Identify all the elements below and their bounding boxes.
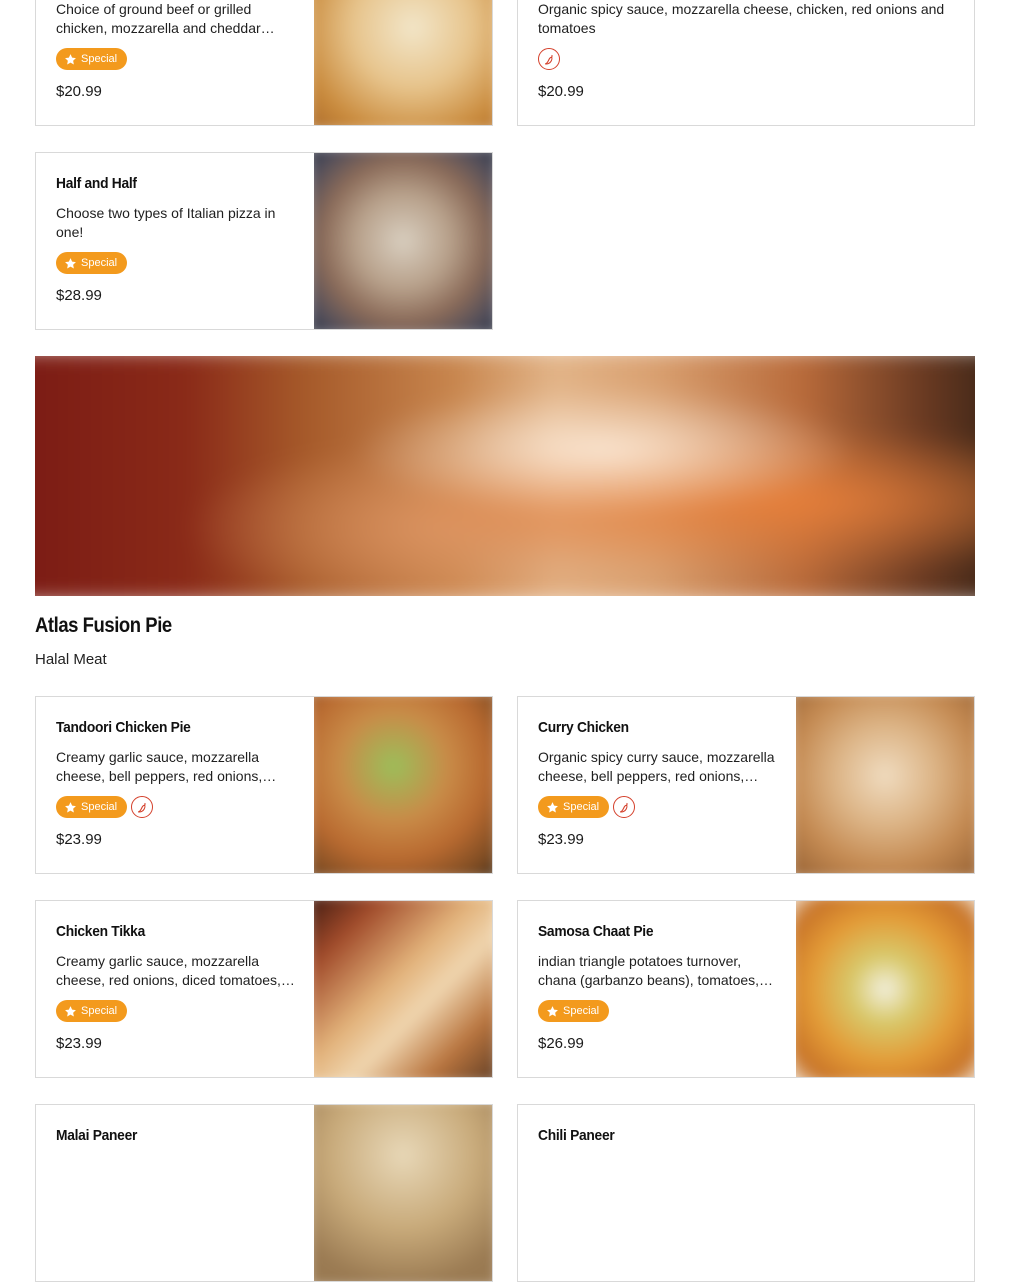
item-price: $23.99 [538,831,584,848]
special-label: Special [81,801,118,813]
chili-pepper-icon [613,796,636,818]
item-description: Creamy garlic sauce, mozzarella cheese, … [56,749,263,784]
item-tags: Special [56,252,128,274]
section-subtitle: Halal Meat [35,651,107,668]
menu-item-card[interactable]: Half and Half Choose two types of Italia… [35,152,493,330]
item-title: Curry Chicken [538,719,629,736]
menu-item-card[interactable]: Chili Paneer [517,1104,975,1282]
item-description: Creamy garlic sauce, mozzarella cheese, … [56,953,281,988]
special-badge: Special [56,48,128,70]
item-price: $23.99 [56,831,102,848]
item-tags: Special [538,796,636,818]
star-badge-icon [65,257,76,268]
menu-item-card[interactable]: Malai Paneer [35,1104,493,1282]
item-title: Half and Half [56,175,137,192]
item-title: Chicken Tikka [56,923,145,940]
special-badge: Special [56,252,128,274]
item-photo [314,901,492,1077]
item-tags: Special [56,1000,128,1022]
item-title: Tandoori Chicken Pie [56,719,191,736]
menu-item-card[interactable]: Tandoori Chicken Pie Creamy garlic sauce… [35,696,493,874]
star-badge-icon [65,1005,76,1016]
item-photo [796,901,974,1077]
star-badge-icon [65,53,76,64]
item-tags: Special [56,796,154,818]
star-badge-icon [65,801,76,812]
item-price: $23.99 [56,1035,102,1052]
star-badge-icon [547,1005,558,1016]
item-photo [314,1105,492,1281]
item-description: indian triangle potatoes turnover, chana… [538,953,760,988]
menu-item-card[interactable]: Choice of ground beef or grilled chicken… [35,0,493,126]
special-label: Special [81,1005,118,1017]
special-label: Special [81,53,118,65]
menu-item-card[interactable]: Chicken Tikka Creamy garlic sauce, mozza… [35,900,493,1078]
section-banner-image [35,356,975,596]
item-price: $28.99 [56,287,102,304]
section-title: Atlas Fusion Pie [35,614,172,637]
special-badge: Special [538,1000,610,1022]
item-tags [538,48,560,70]
special-badge: Special [538,796,610,818]
chili-pepper-icon [538,48,560,70]
menu-item-card[interactable]: Curry Chicken Organic spicy curry sauce,… [517,696,975,874]
item-photo [314,0,492,125]
special-label: Special [81,257,118,269]
special-label: Special [563,1005,600,1017]
chili-pepper-icon [131,796,154,818]
item-photo [796,697,974,873]
item-description: Organic spicy sauce, mozzarella cheese, … [538,1,945,36]
item-price: $26.99 [538,1035,584,1052]
item-description: Choice of ground beef or grilled chicken… [56,1,261,36]
item-title: Chili Paneer [538,1127,615,1144]
item-tags: Special [56,48,128,70]
item-price: $20.99 [56,83,102,100]
star-badge-icon [547,801,558,812]
special-badge: Special [56,1000,128,1022]
item-tags: Special [538,1000,610,1022]
special-label: Special [563,801,600,813]
item-description: Choose two types of Italian pizza in one… [56,205,276,240]
item-price: $20.99 [538,83,584,100]
menu-item-card[interactable]: Samosa Chaat Pie indian triangle potatoe… [517,900,975,1078]
item-description: Organic spicy curry sauce, mozzarella ch… [538,749,775,784]
item-title: Malai Paneer [56,1127,138,1144]
item-photo [314,697,492,873]
item-title: Samosa Chaat Pie [538,923,654,940]
item-photo [314,153,492,329]
special-badge: Special [56,796,128,818]
menu-item-card[interactable]: Organic spicy sauce, mozzarella cheese, … [517,0,975,126]
